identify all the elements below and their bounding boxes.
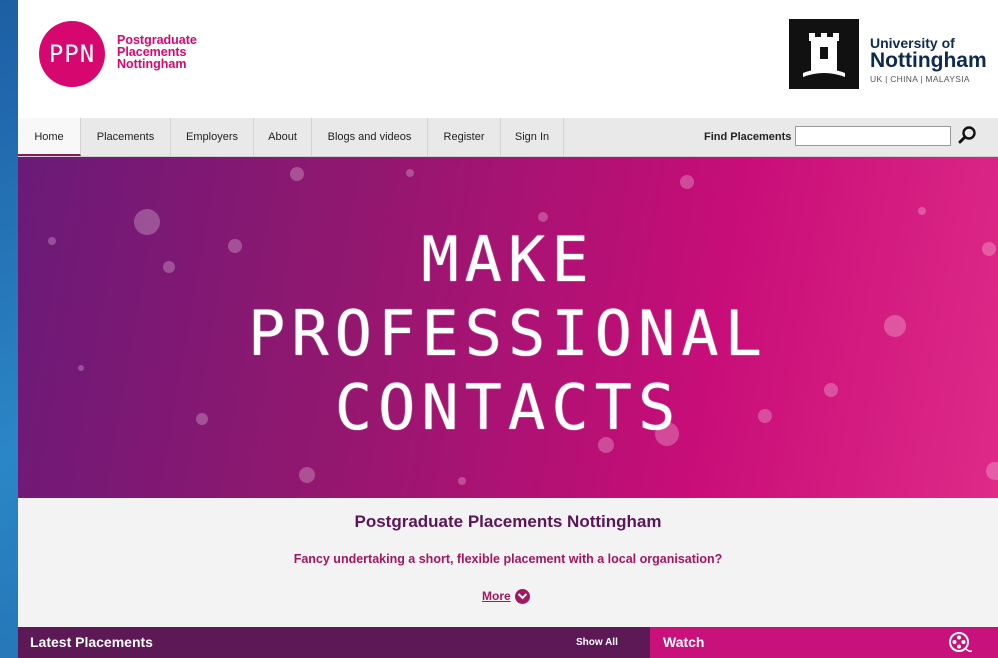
hero-line-2: PROFESSIONAL <box>248 297 768 370</box>
find-placements-input[interactable] <box>795 126 951 146</box>
nav-placements[interactable]: Placements <box>81 118 171 156</box>
nav-home[interactable]: Home <box>18 118 81 156</box>
hero-banner[interactable]: MAKE PROFESSIONAL CONTACTS <box>18 157 998 498</box>
university-name: Nottingham <box>870 49 987 72</box>
watch-title: Watch <box>663 634 705 650</box>
intro-subtitle: Fancy undertaking a short, flexible plac… <box>293 552 723 566</box>
film-reel-icon[interactable] <box>948 631 973 655</box>
chevron-down-icon[interactable] <box>515 589 530 604</box>
hero-line-3: CONTACTS <box>334 371 682 444</box>
university-crest-icon[interactable] <box>789 19 859 89</box>
page: PPN Postgraduate Placements Nottingham U… <box>18 0 998 658</box>
nav-blogs-and-videos[interactable]: Blogs and videos <box>312 118 428 156</box>
intro-title: Postgraduate Placements Nottingham <box>354 512 662 531</box>
ppn-site-name[interactable]: Postgraduate Placements Nottingham <box>117 34 197 71</box>
more-link[interactable]: More <box>482 589 511 603</box>
search-icon[interactable] <box>958 125 978 145</box>
watch-bar: Watch <box>650 627 998 658</box>
ppn-name-line-3: Nottingham <box>117 57 187 71</box>
nav-sign-in[interactable]: Sign In <box>501 118 564 156</box>
hero-headline: MAKE PROFESSIONAL CONTACTS <box>18 223 998 445</box>
ppn-logo[interactable]: PPN <box>39 21 105 87</box>
main-nav: Home Placements Employers About Blogs an… <box>18 118 998 157</box>
find-placements-label: Find Placements <box>704 131 792 143</box>
show-all-link[interactable]: Show All <box>576 627 618 658</box>
nav-employers[interactable]: Employers <box>171 118 254 156</box>
university-of-label: University of <box>870 35 955 51</box>
university-tagline: UK | CHINA | MALAYSIA <box>870 74 970 84</box>
latest-placements-title: Latest Placements <box>30 634 153 650</box>
intro-section: Postgraduate Placements Nottingham Fancy… <box>18 498 998 627</box>
site-header: PPN Postgraduate Placements Nottingham U… <box>18 0 998 116</box>
nav-register[interactable]: Register <box>428 118 501 156</box>
university-wordmark[interactable]: University of Nottingham UK | CHINA | MA… <box>870 36 987 84</box>
nav-about[interactable]: About <box>254 118 312 156</box>
hero-line-1: MAKE <box>421 223 595 296</box>
latest-placements-bar: Latest Placements Show All <box>18 627 650 658</box>
